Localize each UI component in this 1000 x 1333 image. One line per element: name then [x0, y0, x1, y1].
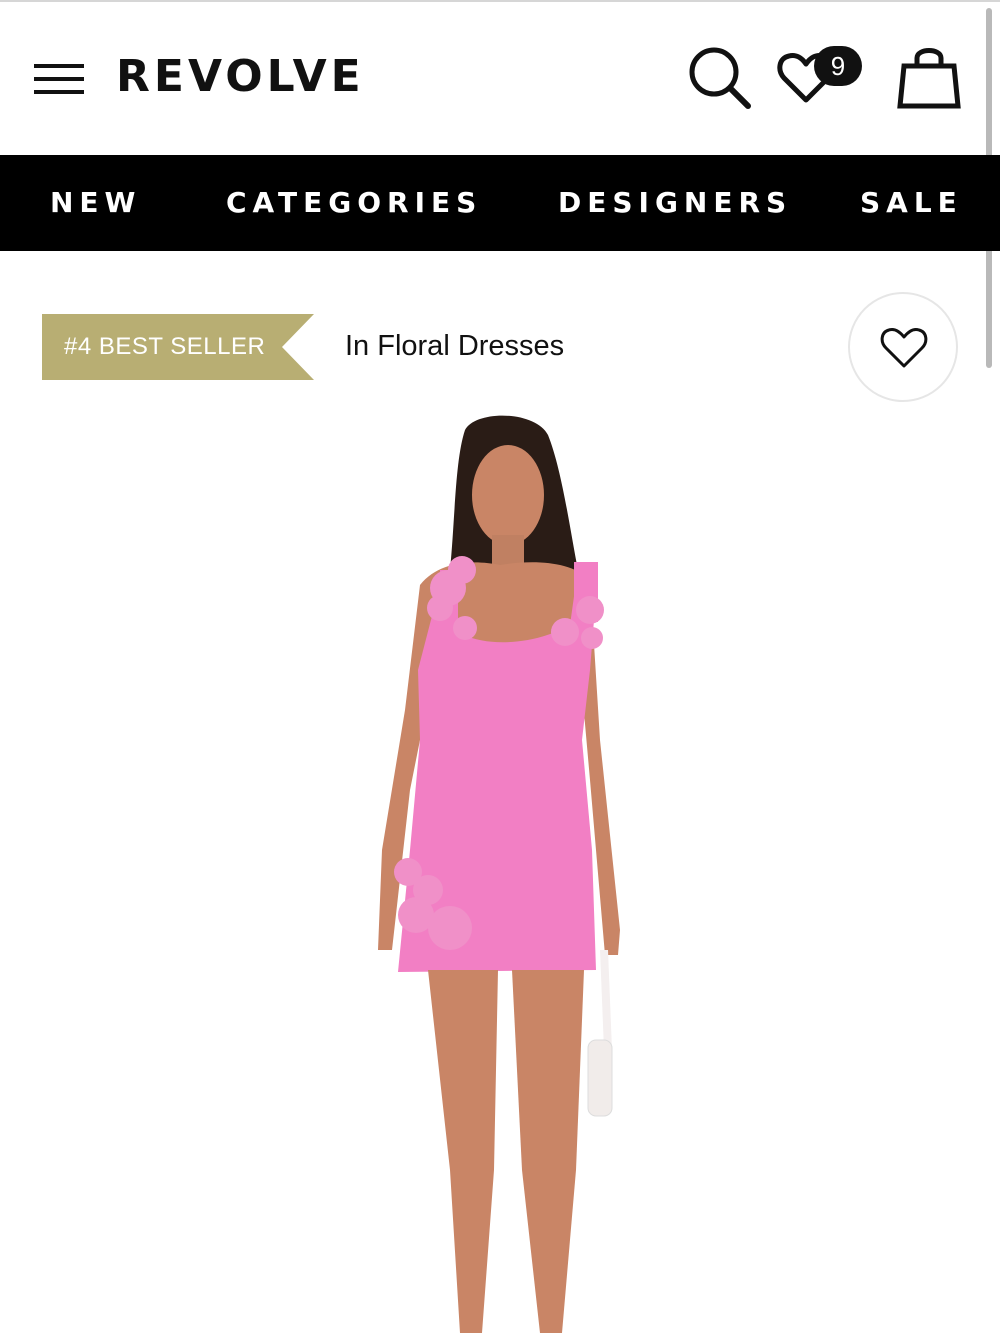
best-seller-label: #4 BEST SELLER — [64, 333, 266, 360]
favorite-button[interactable] — [848, 292, 958, 402]
nav-item-designers[interactable]: DESIGNERS — [558, 155, 792, 251]
site-header: REVOLVE 9 — [0, 2, 1000, 155]
main-navigation: NEW CATEGORIES DESIGNERS SALE — [0, 155, 1000, 251]
nav-item-categories[interactable]: CATEGORIES — [226, 155, 482, 251]
heart-outline-icon — [880, 328, 928, 368]
nav-item-sale[interactable]: SALE — [860, 155, 963, 251]
best-seller-badge: #4 BEST SELLER — [42, 314, 314, 380]
wishlist-count-badge: 9 — [814, 46, 862, 86]
search-icon[interactable] — [686, 44, 754, 112]
shopping-bag-icon[interactable] — [894, 44, 964, 112]
category-link[interactable]: In Floral Dresses — [345, 326, 564, 366]
revolve-logo[interactable]: REVOLVE — [116, 52, 365, 102]
hamburger-menu-icon[interactable] — [34, 64, 86, 96]
product-image[interactable] — [300, 410, 700, 1333]
nav-item-new[interactable]: NEW — [50, 155, 141, 251]
wishlist-button[interactable]: 9 — [774, 44, 866, 108]
